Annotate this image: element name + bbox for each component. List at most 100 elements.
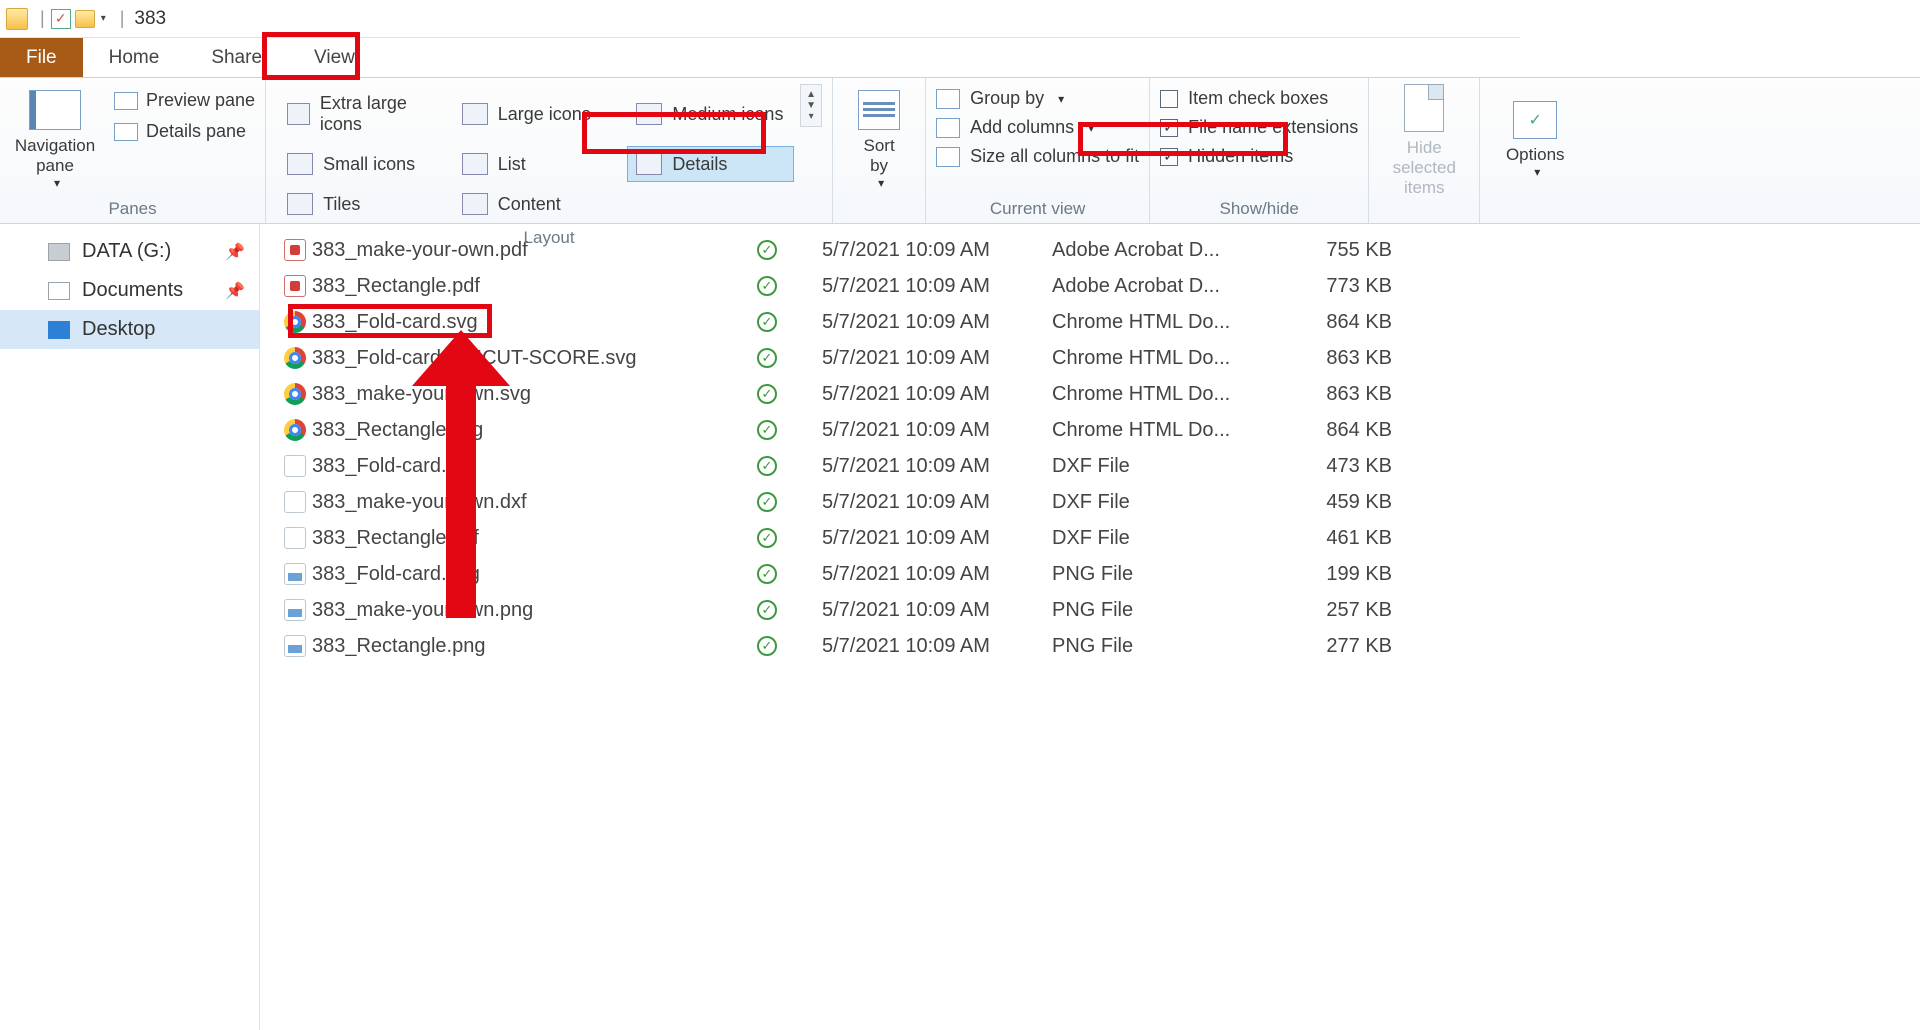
file-status-icon: ✓ xyxy=(757,456,777,476)
file-date: 5/7/2021 10:09 AM xyxy=(822,635,1052,658)
file-row[interactable]: 383_Rectangle.dxf✓5/7/2021 10:09 AMDXF F… xyxy=(284,520,1890,556)
layout-icon xyxy=(287,153,313,175)
nav-item-label: Documents xyxy=(82,279,183,302)
layout-tiles[interactable]: Tiles xyxy=(278,186,445,222)
file-status-icon: ✓ xyxy=(757,384,777,404)
page-icon xyxy=(1404,84,1444,132)
file-size: 864 KB xyxy=(1292,419,1402,442)
layout-medium-icons[interactable]: Medium icons xyxy=(627,86,794,142)
layout-small-icons[interactable]: Small icons xyxy=(278,146,445,182)
layout-list[interactable]: List xyxy=(453,146,620,182)
size-all-columns-button[interactable]: Size all columns to fit xyxy=(936,146,1139,167)
file-row[interactable]: 383_make-your-own.png✓5/7/2021 10:09 AMP… xyxy=(284,592,1890,628)
window-title: 383 xyxy=(134,8,166,30)
file-list[interactable]: 383_make-your-own.pdf✓5/7/2021 10:09 AMA… xyxy=(260,224,1920,1030)
layout-details[interactable]: Details xyxy=(627,146,794,182)
qat-dropdown-icon[interactable]: ▾ xyxy=(101,13,106,24)
file-size: 199 KB xyxy=(1292,563,1402,586)
file-size: 773 KB xyxy=(1292,275,1402,298)
ribbon-tabs: File Home Share View xyxy=(0,38,1920,78)
layout-label: Large icons xyxy=(498,104,591,125)
group-label-layout: Layout xyxy=(276,224,822,250)
layout-icon xyxy=(287,193,313,215)
file-row[interactable]: 383_make-your-own.dxf✓5/7/2021 10:09 AMD… xyxy=(284,484,1890,520)
preview-pane-button[interactable]: Preview pane xyxy=(114,90,255,111)
file-name: 383_make-your-own.dxf xyxy=(312,491,712,514)
layout-content[interactable]: Content xyxy=(453,186,620,222)
file-type: Chrome HTML Do... xyxy=(1052,383,1292,406)
file-name: 383_Rectangle.dxf xyxy=(312,527,712,550)
file-size: 257 KB xyxy=(1292,599,1402,622)
ribbon-group-hide-selected: Hide selected items xyxy=(1369,78,1480,223)
nav-item-documents[interactable]: Documents📌 xyxy=(0,271,259,310)
file-date: 5/7/2021 10:09 AM xyxy=(822,455,1052,478)
file-type-blank-icon xyxy=(284,491,306,513)
file-name: 383_Fold-card-CRICUT-SCORE.svg xyxy=(312,347,712,370)
navigation-pane-icon xyxy=(29,90,81,130)
nav-item-label: DATA (G:) xyxy=(82,240,171,263)
layout-label: Details xyxy=(672,154,727,175)
layout-label: Medium icons xyxy=(672,104,783,125)
file-row[interactable]: 383_Fold-card.png✓5/7/2021 10:09 AMPNG F… xyxy=(284,556,1890,592)
nav-item-label: Desktop xyxy=(82,318,155,341)
file-row[interactable]: 383_Fold-card-CRICUT-SCORE.svg✓5/7/2021 … xyxy=(284,340,1890,376)
chevron-down-icon: ▾ xyxy=(1534,165,1540,179)
file-date: 5/7/2021 10:09 AM xyxy=(822,527,1052,550)
checkbox-checked-icon: ✓ xyxy=(1160,119,1178,137)
separator: | xyxy=(120,8,125,29)
desk-icon xyxy=(48,321,70,339)
layout-extra-large-icons[interactable]: Extra large icons xyxy=(278,86,445,142)
ribbon-group-layout: Extra large icons Large icons Medium ico… xyxy=(266,78,833,223)
file-type-chrome-icon xyxy=(284,311,306,333)
file-name: 383_make-your-own.svg xyxy=(312,383,712,406)
navigation-tree[interactable]: DATA (G:)📌Documents📌 Desktop xyxy=(0,224,260,1030)
chevron-down-icon: ▾ xyxy=(54,176,60,190)
file-date: 5/7/2021 10:09 AM xyxy=(822,347,1052,370)
tab-view[interactable]: View xyxy=(288,38,381,77)
hide-selected-label: Hide selected items xyxy=(1379,138,1469,198)
add-columns-button[interactable]: Add columns▾ xyxy=(936,117,1139,138)
file-row[interactable]: 383_Rectangle.pdf✓5/7/2021 10:09 AMAdobe… xyxy=(284,268,1890,304)
file-row[interactable]: 383_Rectangle.svg✓5/7/2021 10:09 AMChrom… xyxy=(284,412,1890,448)
nav-item-data-g-[interactable]: DATA (G:)📌 xyxy=(0,232,259,271)
group-by-label: Group by xyxy=(970,88,1044,109)
file-name: 383_Fold-card.png xyxy=(312,563,712,586)
file-row[interactable]: 383_make-your-own.svg✓5/7/2021 10:09 AMC… xyxy=(284,376,1890,412)
tab-share[interactable]: Share xyxy=(185,38,288,77)
nav-item-desktop[interactable]: Desktop xyxy=(0,310,259,349)
options-button[interactable]: Options ▾ xyxy=(1490,84,1580,195)
navigation-pane-button[interactable]: Navigation pane ▾ xyxy=(10,84,100,195)
file-date: 5/7/2021 10:09 AM xyxy=(822,419,1052,442)
file-row[interactable]: 383_Fold-card.dxf✓5/7/2021 10:09 AMDXF F… xyxy=(284,448,1890,484)
ribbon-group-sort: Sort by ▾ xyxy=(833,78,926,223)
layout-label: List xyxy=(498,154,526,175)
group-by-icon xyxy=(936,89,960,109)
file-name-extensions-toggle[interactable]: ✓File name extensions xyxy=(1160,117,1358,138)
tab-file[interactable]: File xyxy=(0,38,83,77)
size-columns-icon xyxy=(936,147,960,167)
item-check-boxes-toggle[interactable]: Item check boxes xyxy=(1160,88,1358,109)
layout-large-icons[interactable]: Large icons xyxy=(453,86,620,142)
hidden-items-label: Hidden items xyxy=(1188,146,1293,167)
group-label-current-view: Current view xyxy=(936,195,1139,221)
details-pane-label: Details pane xyxy=(146,121,246,142)
file-row[interactable]: 383_Rectangle.png✓5/7/2021 10:09 AMPNG F… xyxy=(284,628,1890,664)
file-size: 459 KB xyxy=(1292,491,1402,514)
layout-gallery-scroll[interactable]: ▲ ▼ ▾ xyxy=(800,84,822,127)
file-type-chrome-icon xyxy=(284,347,306,369)
file-date: 5/7/2021 10:09 AM xyxy=(822,275,1052,298)
file-type-pdf-icon xyxy=(284,275,306,297)
file-status-icon: ✓ xyxy=(757,564,777,584)
hidden-items-toggle[interactable]: ✓Hidden items xyxy=(1160,146,1358,167)
sort-by-button[interactable]: Sort by ▾ xyxy=(849,84,909,195)
group-by-button[interactable]: Group by▾ xyxy=(936,88,1139,109)
file-name: 383_Fold-card.svg xyxy=(312,311,712,334)
separator: | xyxy=(40,8,45,29)
file-row[interactable]: 383_Fold-card.svg✓5/7/2021 10:09 AMChrom… xyxy=(284,304,1890,340)
hide-selected-button[interactable]: Hide selected items xyxy=(1379,84,1469,198)
group-label-spacer xyxy=(1379,198,1469,224)
details-pane-button[interactable]: Details pane xyxy=(114,121,255,142)
layout-icon xyxy=(462,193,488,215)
tab-home[interactable]: Home xyxy=(83,38,186,77)
quick-access-save-icon[interactable]: ✓ xyxy=(51,9,71,29)
